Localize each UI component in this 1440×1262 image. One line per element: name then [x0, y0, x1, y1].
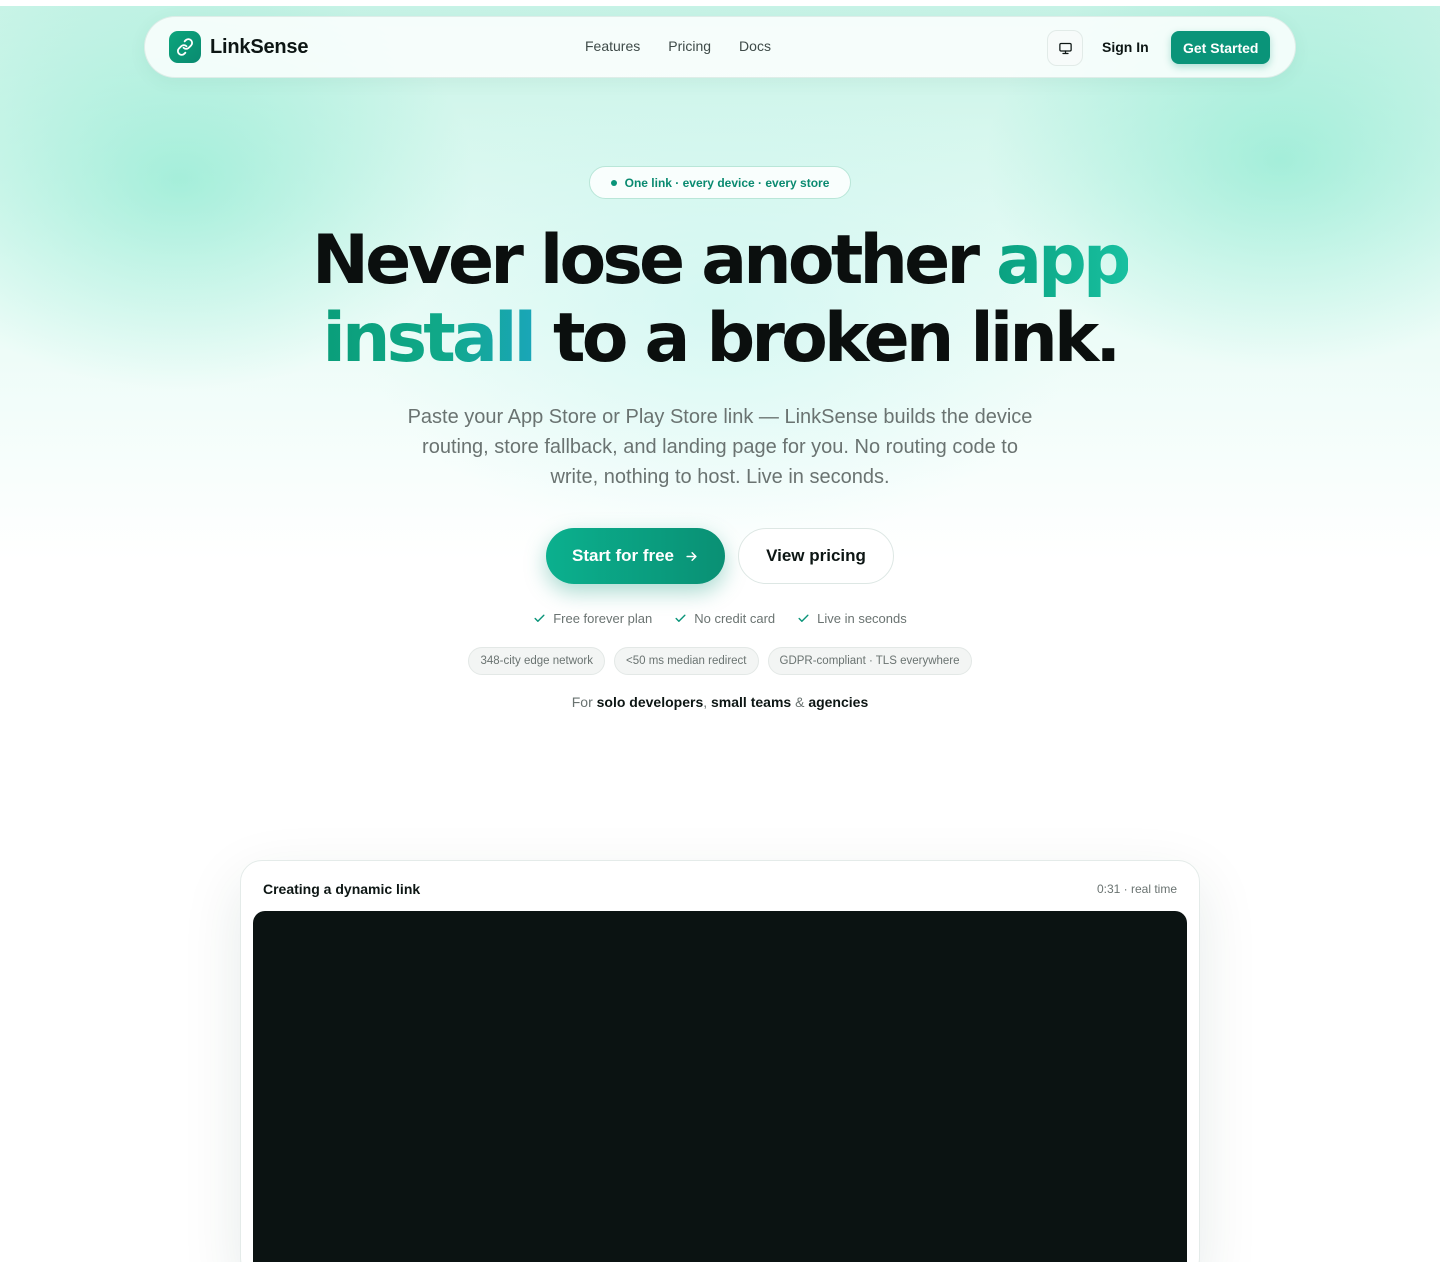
stat-chip-network: 348-city edge network: [468, 647, 605, 675]
arrow-right-icon: [686, 551, 697, 561]
start-for-free-button[interactable]: Start for free: [546, 528, 725, 584]
stat-chips: 348-city edge network <50 ms median redi…: [0, 647, 1440, 675]
headline-line1-start: Never lose another: [312, 221, 997, 300]
demo-card: Creating a dynamic link 0:31 · real time: [240, 860, 1200, 1262]
audience-solo: solo developers: [596, 694, 704, 710]
brand-logo[interactable]: LinkSense: [169, 31, 308, 63]
check-icon: [534, 614, 545, 622]
audience-line: For solo developers, small teams & agenc…: [0, 694, 1440, 710]
audience-agencies: agencies: [808, 694, 869, 710]
feature-checks: Free forever plan No credit card Live in…: [0, 611, 1440, 626]
sign-in-link[interactable]: Sign In: [1102, 39, 1149, 55]
stat-chip-latency: <50 ms median redirect: [614, 647, 759, 675]
headline-accent-install: install: [322, 299, 537, 378]
check-item: No credit card: [674, 611, 775, 626]
pill-dot-icon: [610, 179, 617, 186]
nav-links: Features Pricing Docs: [585, 38, 771, 54]
hero-subtitle: Paste your App Store or Play Store link …: [407, 406, 1033, 488]
view-pricing-button[interactable]: View pricing: [738, 528, 894, 584]
headline-accent-app: app: [996, 221, 1132, 300]
monitor-icon: [1058, 42, 1072, 54]
demo-title: Creating a dynamic link: [263, 881, 421, 897]
check-item: Live in seconds: [797, 611, 907, 626]
audience-teams: small teams: [711, 694, 792, 710]
stat-chip-compliance: GDPR-compliant · TLS everywhere: [767, 647, 972, 675]
top-navbar: LinkSense Features Pricing Docs Sign In …: [144, 16, 1296, 78]
link-icon: [169, 31, 201, 63]
top-strip: [0, 0, 1440, 6]
check-icon: [798, 614, 809, 622]
check-icon: [675, 614, 686, 622]
start-for-free-label: Start for free: [571, 546, 675, 565]
demo-video-player[interactable]: [253, 911, 1187, 1262]
demo-duration: 0:31 · real time: [1096, 882, 1177, 896]
get-started-button[interactable]: Get Started: [1171, 31, 1271, 64]
audience-prefix: For: [571, 694, 597, 710]
check-item: Free forever plan: [533, 611, 652, 626]
audience-sep: ,: [703, 694, 712, 710]
nav-link-docs[interactable]: Docs: [739, 38, 771, 54]
brand-name: LinkSense: [210, 35, 309, 58]
theme-toggle-button[interactable]: [1047, 30, 1083, 66]
check-label: Live in seconds: [817, 611, 907, 626]
nav-link-pricing[interactable]: Pricing: [668, 38, 711, 54]
check-label: No credit card: [694, 611, 776, 626]
hero-headline: Never lose another app install to a brok…: [0, 222, 1440, 378]
check-label: Free forever plan: [553, 611, 653, 626]
tagline-pill: One link · every device · every store: [589, 166, 851, 199]
tagline-text: One link · every device · every store: [624, 175, 830, 190]
headline-line2-end: to a broken link.: [533, 299, 1121, 378]
audience-sep: &: [791, 694, 809, 710]
nav-link-features[interactable]: Features: [585, 38, 640, 54]
